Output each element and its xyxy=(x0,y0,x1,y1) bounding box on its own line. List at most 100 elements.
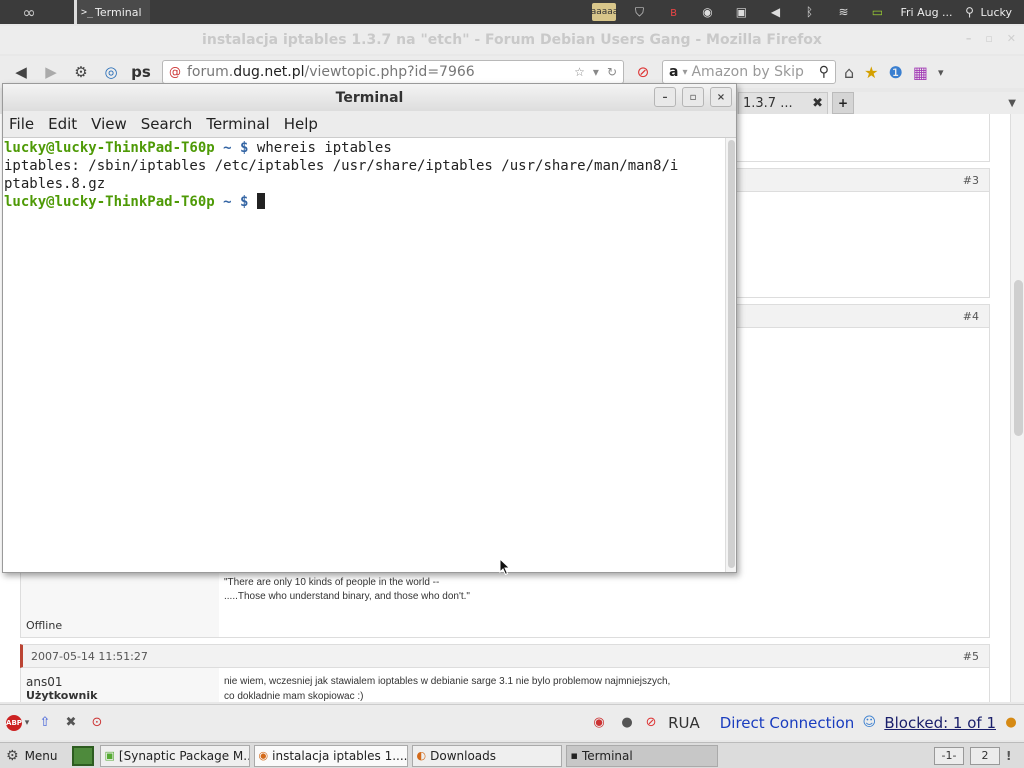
minimize-icon[interactable]: – xyxy=(966,32,972,45)
workspace-switcher: -1- 2 xyxy=(934,746,1006,765)
task-terminal[interactable]: ▪ Terminal xyxy=(565,744,718,767)
stop-icon[interactable]: ◉ xyxy=(586,710,612,736)
close-icon[interactable]: ✕ xyxy=(1007,32,1016,45)
page-scrollbar[interactable] xyxy=(1010,114,1024,702)
apps-grid-icon[interactable]: ▦ xyxy=(913,63,928,82)
signature-line-2: .....Those who understand binary, and th… xyxy=(224,591,470,602)
offline-status: Offline xyxy=(26,619,63,632)
close-button[interactable]: × xyxy=(710,87,732,107)
orange-addon-icon[interactable]: ● xyxy=(1004,710,1018,736)
menu-search[interactable]: Search xyxy=(141,115,193,133)
tab-forum[interactable]: 1.3.7 ... ✖ xyxy=(738,92,828,114)
terminal-menu-bar: File Edit View Search Terminal Help xyxy=(3,111,736,138)
terminal-title-bar[interactable]: Terminal – ▫ × xyxy=(3,84,736,111)
proxy-status[interactable]: Direct Connection xyxy=(720,714,855,732)
maximize-icon[interactable]: ▫ xyxy=(985,32,992,45)
abp-dropdown-icon[interactable]: ▾ xyxy=(22,710,32,736)
blocked-counter[interactable]: Blocked: 1 of 1 xyxy=(884,714,996,732)
reload-icon[interactable]: ↻ xyxy=(607,65,617,79)
display-icon[interactable]: ▣ xyxy=(724,0,758,24)
menu-edit[interactable]: Edit xyxy=(48,115,77,133)
prompt-user-host: lucky@lucky-ThinkPad-T60p xyxy=(4,140,215,156)
minimize-button[interactable]: – xyxy=(654,87,676,107)
menu-view[interactable]: View xyxy=(91,115,127,133)
ghost-icon[interactable]: ❶ xyxy=(889,63,903,82)
post-number[interactable]: #4 xyxy=(963,310,979,323)
show-desktop-icon[interactable] xyxy=(71,745,94,766)
menu-button[interactable]: ⚙ Menu xyxy=(0,743,66,768)
no-script-icon[interactable]: ⊘ xyxy=(642,710,660,736)
current-prompt-line: lucky@lucky-ThinkPad-T60p ~ $ xyxy=(4,193,725,211)
task-label: Terminal xyxy=(581,748,633,763)
post-author[interactable]: ans01 xyxy=(26,675,62,689)
language-indicator[interactable]: RUA xyxy=(668,714,700,732)
home-icon[interactable]: ⌂ xyxy=(844,63,854,82)
infinity-logo-icon[interactable]: ∞ xyxy=(0,0,58,24)
maximize-button[interactable]: ▫ xyxy=(682,87,704,107)
clock[interactable]: Fri Aug ... xyxy=(894,6,962,19)
terminal-scrollbar-thumb[interactable] xyxy=(728,140,735,568)
terminal-title: Terminal xyxy=(335,89,404,106)
shield-icon[interactable]: ⛉ xyxy=(622,0,656,24)
menu-help[interactable]: Help xyxy=(284,115,318,133)
upload-arrow-icon[interactable]: ⇧ xyxy=(32,710,58,736)
prompt-cwd: ~ $ xyxy=(223,140,249,156)
close-x-icon[interactable]: ✖ xyxy=(58,710,84,736)
post-number[interactable]: #3 xyxy=(963,174,979,187)
user-name[interactable]: Lucky xyxy=(977,6,1024,19)
bluetooth-red-icon[interactable]: ʙ xyxy=(656,0,690,24)
addon-icon[interactable]: ⚙ xyxy=(66,58,96,86)
menu-label: Menu xyxy=(24,748,58,763)
firefox-addon-bar: ABP ▾ ⇧ ✖ ⊙ ◉ ● ⊘ RUA Direct Connection … xyxy=(0,704,1024,740)
back-icon[interactable]: ◀ xyxy=(6,58,36,86)
terminal-scrollbar[interactable] xyxy=(725,138,736,572)
notification-icon[interactable]: ! xyxy=(1006,749,1020,763)
task-downloads[interactable]: ◐ Downloads xyxy=(411,744,562,767)
terminal-output[interactable]: lucky@lucky-ThinkPad-T60p ~ $ whereis ip… xyxy=(3,138,725,572)
system-tray: aaaaa ⛉ ʙ ◉ ▣ ◀ ᛒ ≋ ▭ Fri Aug ... ⚲ Luck… xyxy=(586,0,1024,24)
amazon-icon: a xyxy=(669,64,679,80)
firefox-icon: ◉ xyxy=(258,749,269,762)
tab-list-icon[interactable]: ▼ xyxy=(1008,98,1016,109)
new-tab-button[interactable]: + xyxy=(832,92,854,114)
bookmarks-icon[interactable]: ★ xyxy=(864,63,878,82)
menu-dropdown-icon[interactable]: ▾ xyxy=(938,66,944,79)
ps-icon[interactable]: ps xyxy=(126,58,156,86)
scrollbar-thumb[interactable] xyxy=(1014,280,1023,436)
battery-icon[interactable]: ▭ xyxy=(860,0,894,24)
firefox-window-controls: – ▫ ✕ xyxy=(966,32,1016,45)
forward-icon[interactable]: ▶ xyxy=(36,58,66,86)
block-icon[interactable]: ⊘ xyxy=(628,58,658,86)
workspace-1[interactable]: -1- xyxy=(934,746,964,765)
wifi-icon[interactable]: ≋ xyxy=(826,0,860,24)
panel-task-terminal[interactable]: >_ Terminal xyxy=(74,0,150,24)
volume-icon[interactable]: ◀ xyxy=(758,0,792,24)
camera-icon[interactable]: ● xyxy=(620,710,634,736)
bookmark-star-icon[interactable]: ☆ xyxy=(574,65,585,79)
record-icon[interactable]: ⊙ xyxy=(84,710,110,736)
task-firefox[interactable]: ◉ instalacja iptables 1.... xyxy=(253,744,408,767)
bluetooth-icon[interactable]: ᛒ xyxy=(792,0,826,24)
search-icon[interactable]: ⚲ xyxy=(819,64,829,80)
notes-icon[interactable]: aaaaa xyxy=(591,3,618,21)
adblock-plus-icon[interactable]: ABP xyxy=(6,714,22,731)
eye-icon[interactable]: ◎ xyxy=(96,58,126,86)
dropdown-icon[interactable]: ▾ xyxy=(593,65,599,79)
search-bar[interactable]: a ▾ Amazon by Skip ⚲ xyxy=(662,60,836,84)
ghostery-icon[interactable]: ☺ xyxy=(862,710,877,736)
menu-file[interactable]: File xyxy=(9,115,34,133)
url-prefix: forum. xyxy=(187,64,234,80)
terminal-window: Terminal – ▫ × File Edit View Search Ter… xyxy=(2,83,737,573)
task-synaptic[interactable]: ▣ [Synaptic Package M... xyxy=(99,744,250,767)
workspace-2[interactable]: 2 xyxy=(970,746,1000,765)
search-placeholder: Amazon by Skip xyxy=(691,64,804,80)
url-domain: dug.net.pl xyxy=(233,64,305,80)
tab-close-icon[interactable]: ✖ xyxy=(812,96,823,111)
post-number[interactable]: #5 xyxy=(963,650,979,663)
search-engine-dropdown-icon[interactable]: ▾ xyxy=(682,67,687,78)
menu-terminal[interactable]: Terminal xyxy=(206,115,269,133)
post-date[interactable]: 2007-05-14 11:51:27 xyxy=(31,650,148,663)
firefox-title-bar: instalacja iptables 1.3.7 na "etch" - Fo… xyxy=(0,26,1024,54)
update-icon[interactable]: ◉ xyxy=(690,0,724,24)
url-bar[interactable]: @ forum. dug.net.pl/viewtopic.php?id=7966… xyxy=(162,60,624,84)
